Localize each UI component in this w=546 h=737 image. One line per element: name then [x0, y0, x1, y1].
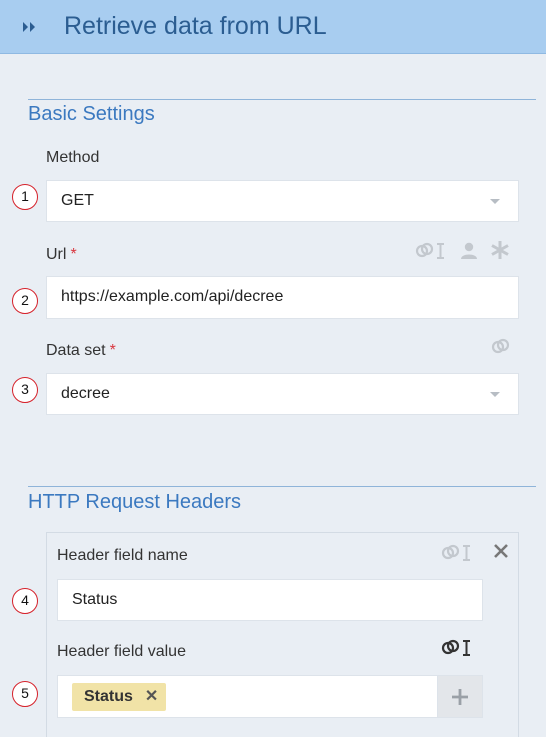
link-text-icon[interactable] — [441, 543, 473, 563]
header-field-value-label: Header field value — [57, 643, 186, 660]
user-icon[interactable] — [460, 241, 478, 261]
required-mark: * — [109, 342, 116, 359]
method-label: Method — [46, 149, 100, 166]
data-set-label: Data set * — [46, 341, 116, 361]
page-title: Retrieve data from URL — [64, 12, 327, 40]
panel-header: Retrieve data from URL — [0, 0, 546, 54]
data-set-select[interactable]: decree — [46, 373, 519, 415]
close-icon[interactable] — [493, 543, 509, 559]
double-chevron-right-icon[interactable] — [20, 18, 38, 36]
section-title-http-request-headers: HTTP Request Headers — [28, 491, 242, 513]
section-title-basic-settings: Basic Settings — [28, 103, 155, 125]
step-marker-4: 4 — [12, 588, 38, 614]
link-text-icon[interactable] — [441, 638, 473, 658]
url-label-text: Url — [46, 246, 67, 263]
header-field-name-input[interactable]: Status — [57, 579, 483, 621]
link-icon[interactable] — [490, 336, 512, 356]
section-divider — [28, 99, 536, 100]
section-divider — [28, 486, 536, 487]
remove-token-icon[interactable]: ✕ — [145, 683, 158, 711]
chevron-down-icon — [490, 392, 500, 397]
chevron-down-icon — [490, 199, 500, 204]
value-token-label: Status — [84, 688, 133, 705]
plus-icon — [452, 689, 468, 705]
method-value: GET — [61, 192, 94, 209]
add-value-button[interactable] — [437, 675, 483, 718]
required-mark: * — [70, 246, 77, 263]
value-token[interactable]: Status ✕ — [72, 683, 167, 711]
method-select[interactable]: GET — [46, 180, 519, 222]
data-set-label-text: Data set — [46, 342, 106, 359]
url-label: Url * — [46, 245, 77, 265]
header-field-name-label: Header field name — [57, 547, 188, 564]
step-marker-2: 2 — [12, 288, 38, 314]
url-input[interactable]: https://example.com/api/decree — [46, 276, 519, 319]
step-marker-1: 1 — [12, 184, 38, 210]
step-marker-3: 3 — [12, 377, 38, 403]
asterisk-icon[interactable] — [490, 240, 510, 260]
data-set-value: decree — [61, 385, 110, 402]
link-text-icon[interactable] — [415, 241, 447, 261]
step-marker-5: 5 — [12, 681, 38, 707]
